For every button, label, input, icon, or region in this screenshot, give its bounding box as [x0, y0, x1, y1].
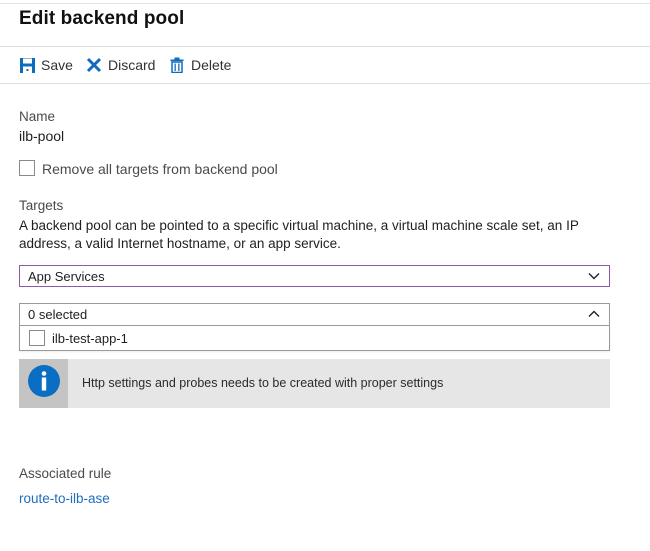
chevron-down-icon	[587, 269, 601, 283]
page-title: Edit backend pool	[19, 8, 185, 29]
remove-targets-checkbox[interactable]	[19, 160, 35, 176]
save-button[interactable]: Save	[18, 56, 73, 74]
target-type-value: App Services	[28, 268, 105, 284]
info-banner: Http settings and probes needs to be cre…	[19, 359, 610, 408]
associated-rule-link[interactable]: route-to-ilb-ase	[19, 491, 110, 506]
associated-rule-label: Associated rule	[19, 466, 112, 481]
name-label: Name	[19, 109, 56, 124]
targets-label: Targets	[19, 198, 64, 213]
delete-label: Delete	[191, 57, 232, 73]
target-option[interactable]: ilb-test-app-1	[20, 326, 609, 350]
target-option-checkbox[interactable]	[29, 330, 45, 346]
command-bar: Save Discard Delete	[0, 46, 650, 84]
discard-label: Discard	[108, 57, 156, 73]
info-icon	[27, 364, 61, 403]
close-icon	[85, 56, 103, 74]
top-divider	[0, 3, 650, 4]
name-value: ilb-pool	[19, 128, 65, 144]
targets-description: A backend pool can be pointed to a speci…	[19, 218, 579, 251]
info-icon-container	[19, 359, 68, 408]
target-type-dropdown[interactable]: App Services	[19, 265, 610, 287]
target-option-label: ilb-test-app-1	[52, 330, 128, 346]
chevron-up-icon	[587, 307, 601, 321]
target-select-dropdown[interactable]: 0 selected	[19, 303, 610, 326]
trash-icon	[168, 56, 186, 74]
remove-targets-label: Remove all targets from backend pool	[42, 161, 278, 177]
info-message: Http settings and probes needs to be cre…	[82, 376, 444, 390]
discard-button[interactable]: Discard	[85, 56, 155, 74]
delete-button[interactable]: Delete	[168, 56, 231, 74]
save-icon	[18, 56, 36, 74]
target-options-list: ilb-test-app-1	[19, 326, 610, 351]
save-label: Save	[41, 57, 73, 73]
target-select-value: 0 selected	[28, 307, 88, 322]
